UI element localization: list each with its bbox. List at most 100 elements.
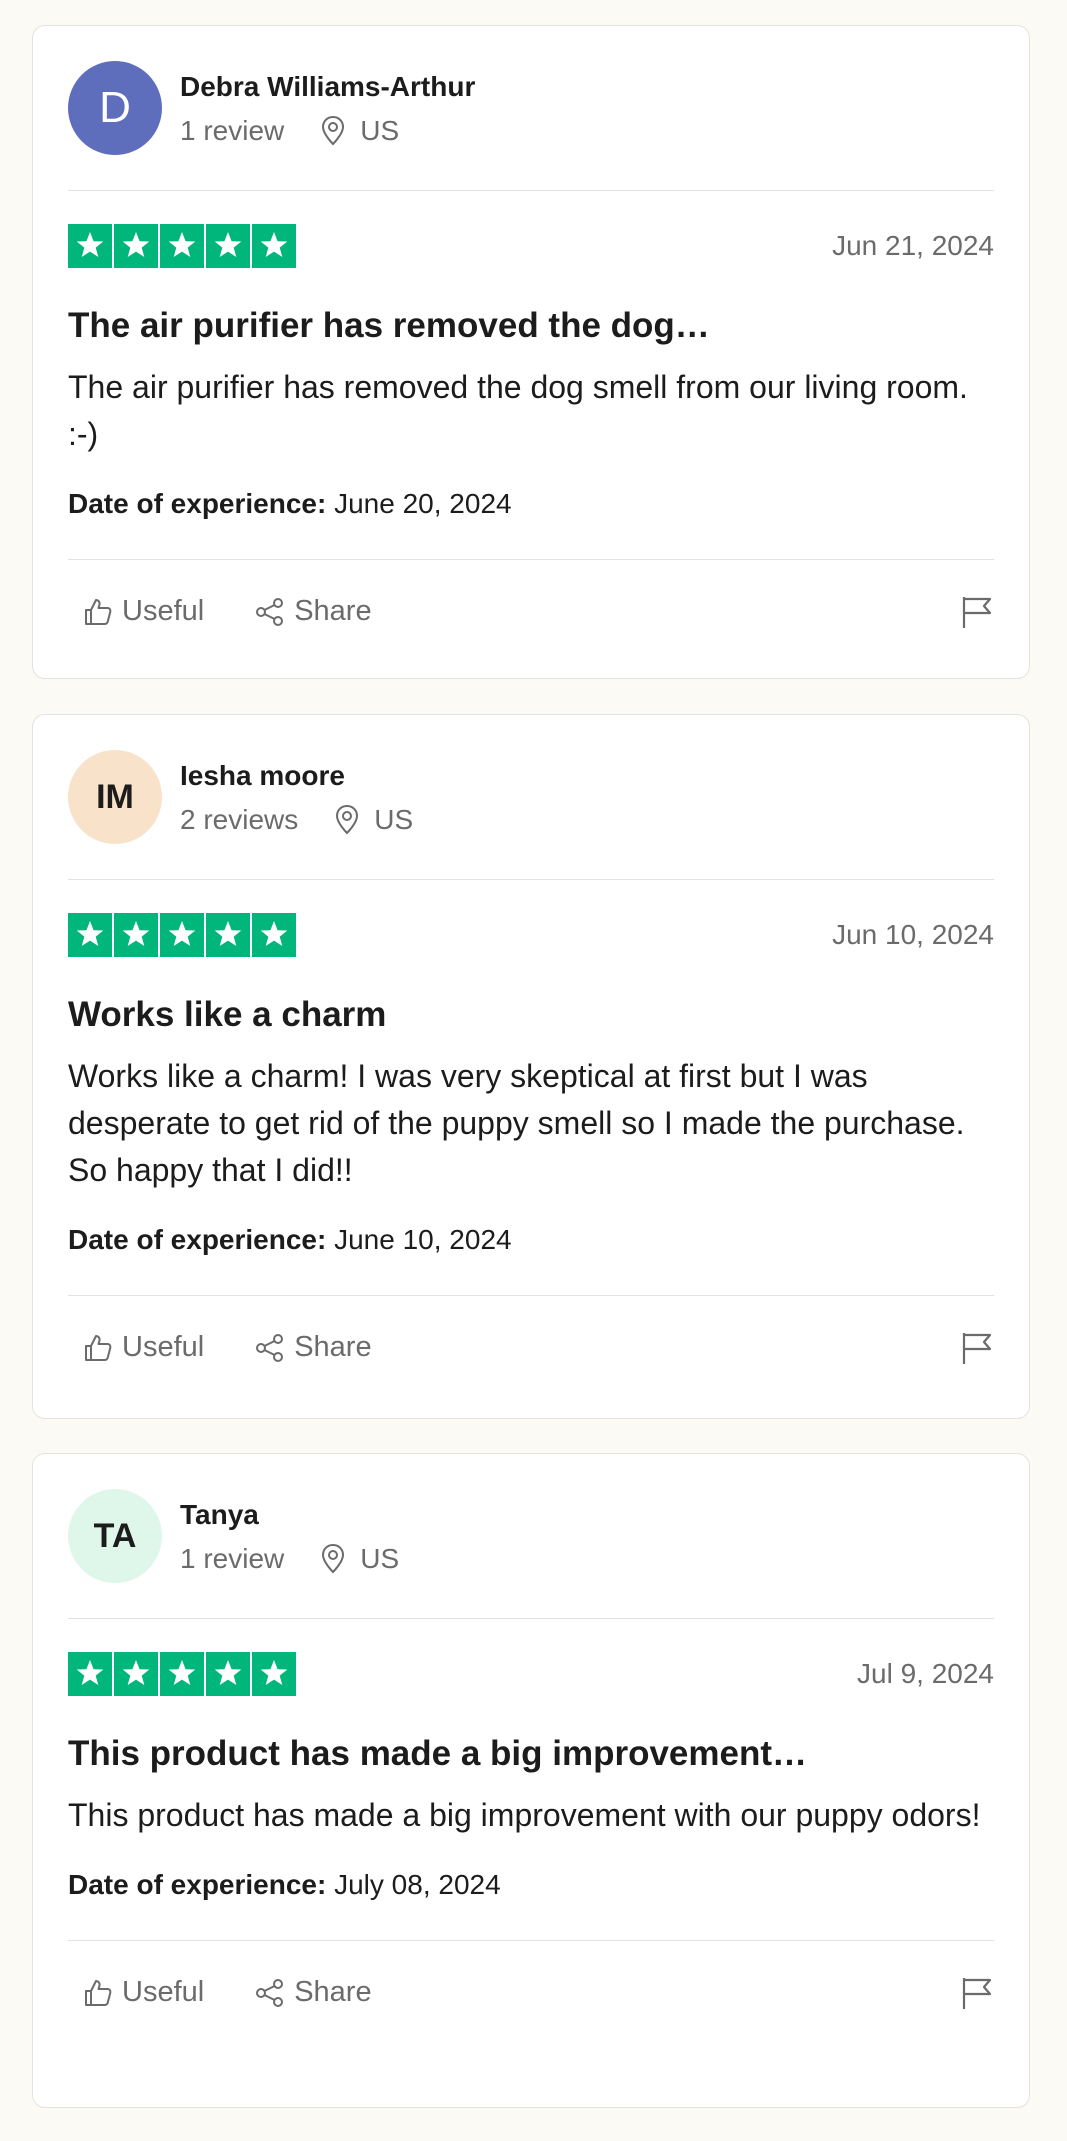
experience-date: June 20, 2024: [334, 488, 512, 519]
review-body: Works like a charm! I was very skeptical…: [68, 1058, 965, 1188]
reviewer-name[interactable]: Debra Williams-Arthur: [180, 69, 475, 105]
review-date: Jun 10, 2024: [832, 919, 994, 950]
avatar[interactable]: IM: [68, 750, 162, 844]
date-of-experience: Date of experience: June 20, 2024: [68, 486, 994, 522]
useful-button[interactable]: Useful: [82, 595, 204, 628]
rating-row: Jun 21, 2024: [68, 224, 994, 268]
location-text: US: [374, 804, 414, 835]
share-label: Share: [294, 1331, 372, 1363]
reviewer-name[interactable]: Iesha moore: [180, 758, 413, 794]
reviewer-info: Iesha moore 2 reviews US: [180, 758, 413, 836]
share-icon: [256, 1978, 284, 2007]
reviewer-meta: 1 review US: [180, 115, 475, 147]
avatar[interactable]: D: [68, 61, 162, 155]
review-count: 1 review: [180, 115, 285, 146]
star-rating: [68, 913, 296, 957]
useful-button[interactable]: Useful: [82, 1976, 204, 2009]
review-card: D Debra Williams-Arthur 1 review US Jun …: [32, 25, 1030, 679]
review-actions: Useful Share: [82, 595, 372, 628]
review-date: Jun 21, 2024: [832, 230, 994, 261]
review-header: D Debra Williams-Arthur 1 review US: [68, 26, 994, 191]
star-icon: [206, 1652, 250, 1696]
star-icon: [114, 224, 158, 268]
review-actions: Useful Share: [82, 1976, 372, 2009]
experience-label: Date of experience:: [68, 1869, 327, 1900]
location-pin-icon: [322, 115, 345, 146]
avatar-initials: D: [99, 83, 131, 132]
share-icon: [256, 597, 284, 626]
review-title[interactable]: Works like a charm: [68, 993, 994, 1037]
share-icon: [256, 1333, 284, 1362]
review-header: IM Iesha moore 2 reviews US: [68, 715, 994, 880]
reviewer-name[interactable]: Tanya: [180, 1497, 399, 1533]
reviewer-location: US: [320, 1543, 399, 1575]
experience-label: Date of experience:: [68, 488, 327, 519]
reviewer-location: US: [334, 804, 413, 836]
star-icon: [252, 913, 296, 957]
avatar[interactable]: TA: [68, 1489, 162, 1583]
reviewer-info: Debra Williams-Arthur 1 review US: [180, 69, 475, 147]
review-title[interactable]: This product has made a big improvement…: [68, 1732, 994, 1776]
star-icon: [114, 913, 158, 957]
rating-row: Jul 9, 2024: [68, 1652, 994, 1696]
share-label: Share: [294, 595, 372, 627]
experience-date: June 10, 2024: [334, 1224, 512, 1255]
location-text: US: [360, 115, 400, 146]
review-card: TA Tanya 1 review US Jul 9, 2024 This pr…: [32, 1453, 1030, 2108]
useful-label: Useful: [122, 1976, 205, 2008]
useful-label: Useful: [122, 1331, 205, 1363]
location-pin-icon: [322, 1543, 345, 1574]
experience-label: Date of experience:: [68, 1224, 327, 1255]
flag-icon[interactable]: [960, 1975, 994, 2011]
avatar-initials: TA: [93, 1516, 137, 1555]
experience-date: July 08, 2024: [334, 1869, 501, 1900]
star-rating: [68, 1652, 296, 1696]
review-body: The air purifier has removed the dog sme…: [68, 369, 968, 452]
review-actions: Useful Share: [82, 1331, 372, 1364]
thumbs-up-icon: [85, 1979, 112, 2006]
star-icon: [160, 224, 204, 268]
useful-button[interactable]: Useful: [82, 1331, 204, 1364]
date-of-experience: Date of experience: June 10, 2024: [68, 1222, 994, 1258]
review-count: 1 review: [180, 1543, 285, 1574]
review-date: Jul 9, 2024: [857, 1658, 994, 1689]
date-of-experience: Date of experience: July 08, 2024: [68, 1867, 994, 1903]
location-text: US: [360, 1543, 400, 1574]
location-pin-icon: [336, 804, 359, 835]
useful-label: Useful: [122, 595, 205, 627]
rating-row: Jun 10, 2024: [68, 913, 994, 957]
share-button[interactable]: Share: [254, 1976, 372, 2009]
review-feed: D Debra Williams-Arthur 1 review US Jun …: [0, 0, 1067, 2108]
flag-icon[interactable]: [960, 1330, 994, 1366]
star-rating: [68, 224, 296, 268]
star-icon: [206, 913, 250, 957]
star-icon: [68, 1652, 112, 1696]
share-label: Share: [294, 1976, 372, 2008]
review-footer: Useful Share: [68, 1940, 994, 2044]
share-button[interactable]: Share: [254, 595, 372, 628]
reviewer-info: Tanya 1 review US: [180, 1497, 399, 1575]
flag-icon[interactable]: [960, 594, 994, 630]
review-footer: Useful Share: [68, 559, 994, 663]
star-icon: [160, 1652, 204, 1696]
star-icon: [68, 913, 112, 957]
review-card: IM Iesha moore 2 reviews US Jun 10, 2024…: [32, 714, 1030, 1419]
thumbs-up-icon: [85, 598, 112, 625]
thumbs-up-icon: [85, 1334, 112, 1361]
star-icon: [252, 1652, 296, 1696]
review-count: 2 reviews: [180, 804, 299, 835]
reviewer-meta: 2 reviews US: [180, 804, 413, 836]
review-title[interactable]: The air purifier has removed the dog…: [68, 304, 994, 348]
review-header: TA Tanya 1 review US: [68, 1454, 994, 1619]
star-icon: [160, 913, 204, 957]
reviewer-meta: 1 review US: [180, 1543, 399, 1575]
star-icon: [252, 224, 296, 268]
star-icon: [206, 224, 250, 268]
reviewer-location: US: [320, 115, 399, 147]
review-footer: Useful Share: [68, 1295, 994, 1399]
review-body: This product has made a big improvement …: [68, 1797, 981, 1833]
star-icon: [68, 224, 112, 268]
avatar-initials: IM: [96, 777, 134, 816]
share-button[interactable]: Share: [254, 1331, 372, 1364]
star-icon: [114, 1652, 158, 1696]
